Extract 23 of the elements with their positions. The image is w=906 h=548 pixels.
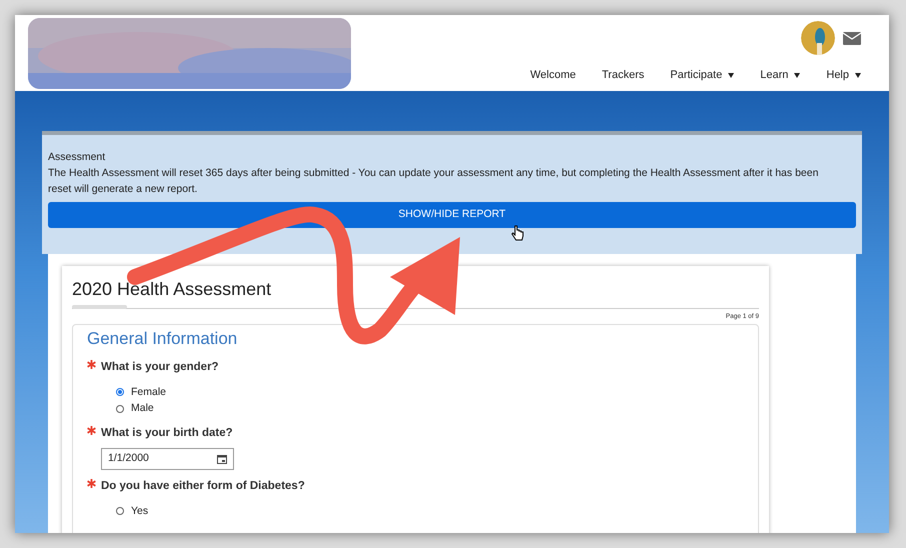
calendar-icon[interactable] bbox=[217, 454, 227, 464]
section-heading: General Information bbox=[87, 328, 238, 350]
radio-option[interactable]: Female bbox=[116, 384, 744, 400]
notice-title: Assessment bbox=[48, 150, 106, 165]
radio-option[interactable]: Yes bbox=[116, 504, 744, 520]
hand-cursor-icon bbox=[511, 225, 524, 242]
question-label: Do you have either form of Diabetes? bbox=[101, 479, 305, 494]
notice-text: The Health Assessment will reset 365 days after being submitted - You can update your assessment any time, but completing the Health Assessment after it has been reset will generate a new report. bbox=[48, 166, 820, 197]
question-label: What is your gender? bbox=[101, 360, 219, 376]
nav-link[interactable]: Welcome bbox=[530, 67, 576, 84]
radio-button[interactable] bbox=[116, 405, 124, 414]
nav-link[interactable]: Trackers bbox=[602, 67, 644, 84]
form-title: 2020 Health Assessment bbox=[72, 278, 272, 301]
nav-link[interactable]: Learn bbox=[760, 67, 800, 84]
radio-option[interactable]: Male bbox=[116, 401, 744, 417]
show-hide-report-button[interactable]: SHOW/HIDE REPORT bbox=[48, 202, 856, 228]
nav-link[interactable]: Help bbox=[826, 67, 861, 84]
date-field[interactable]: 1/1/2000 bbox=[101, 448, 234, 470]
nav-link[interactable]: Participate bbox=[670, 67, 734, 84]
question-label: What is your birth date? bbox=[101, 426, 233, 441]
mail-icon[interactable] bbox=[843, 32, 861, 44]
radio-button[interactable] bbox=[116, 507, 124, 516]
radio-button[interactable] bbox=[116, 388, 124, 396]
